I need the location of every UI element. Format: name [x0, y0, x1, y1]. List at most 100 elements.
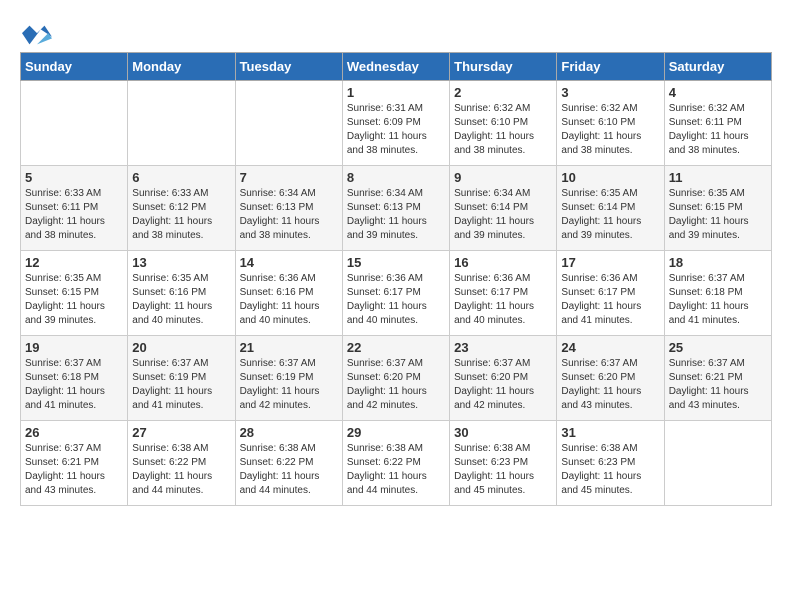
day-number: 3: [561, 85, 659, 100]
day-number: 12: [25, 255, 123, 270]
day-info: Sunrise: 6:38 AM Sunset: 6:22 PM Dayligh…: [240, 442, 338, 498]
calendar-cell: 8 Sunrise: 6:34 AM Sunset: 6:13 PM Daylig…: [342, 166, 449, 251]
day-info: Sunrise: 6:37 AM Sunset: 6:20 PM Dayligh…: [454, 357, 552, 413]
day-info: Sunrise: 6:37 AM Sunset: 6:18 PM Dayligh…: [25, 357, 123, 413]
header: [20, 20, 772, 42]
day-info: Sunrise: 6:32 AM Sunset: 6:10 PM Dayligh…: [561, 102, 659, 158]
day-number: 21: [240, 340, 338, 355]
day-number: 10: [561, 170, 659, 185]
calendar-cell: 18 Sunrise: 6:37 AM Sunset: 6:18 PM Dayli…: [664, 251, 771, 336]
day-info: Sunrise: 6:34 AM Sunset: 6:14 PM Dayligh…: [454, 187, 552, 243]
day-number: 9: [454, 170, 552, 185]
calendar-cell: 6 Sunrise: 6:33 AM Sunset: 6:12 PM Daylig…: [128, 166, 235, 251]
calendar-week-row: 19 Sunrise: 6:37 AM Sunset: 6:18 PM Dayli…: [21, 336, 772, 421]
day-info: Sunrise: 6:34 AM Sunset: 6:13 PM Dayligh…: [240, 187, 338, 243]
day-info: Sunrise: 6:36 AM Sunset: 6:17 PM Dayligh…: [347, 272, 445, 328]
calendar-cell: 10 Sunrise: 6:35 AM Sunset: 6:14 PM Dayli…: [557, 166, 664, 251]
calendar-cell: 7 Sunrise: 6:34 AM Sunset: 6:13 PM Daylig…: [235, 166, 342, 251]
calendar-body: 1 Sunrise: 6:31 AM Sunset: 6:09 PM Daylig…: [21, 81, 772, 506]
calendar-cell: [128, 81, 235, 166]
calendar-table: SundayMondayTuesdayWednesdayThursdayFrid…: [20, 52, 772, 506]
calendar-cell: 25Sunrise: 6:37 AM Sunset: 6:21 PM Dayli…: [664, 336, 771, 421]
day-info: Sunrise: 6:36 AM Sunset: 6:17 PM Dayligh…: [561, 272, 659, 328]
day-header-sunday: Sunday: [21, 53, 128, 81]
day-info: Sunrise: 6:35 AM Sunset: 6:15 PM Dayligh…: [25, 272, 123, 328]
day-number: 23: [454, 340, 552, 355]
calendar-cell: 27 Sunrise: 6:38 AM Sunset: 6:22 PM Dayli…: [128, 421, 235, 506]
calendar-cell: 4 Sunrise: 6:32 AM Sunset: 6:11 PM Daylig…: [664, 81, 771, 166]
day-info: Sunrise: 6:37 AM Sunset: 6:20 PM Dayligh…: [347, 357, 445, 413]
day-headers-row: SundayMondayTuesdayWednesdayThursdayFrid…: [21, 53, 772, 81]
calendar-cell: 21 Sunrise: 6:37 AM Sunset: 6:19 PM Dayli…: [235, 336, 342, 421]
day-info: Sunrise: 6:33 AM Sunset: 6:12 PM Dayligh…: [132, 187, 230, 243]
day-info: Sunrise: 6:35 AM Sunset: 6:14 PM Dayligh…: [561, 187, 659, 243]
day-info: Sunrise: 6:32 AM Sunset: 6:10 PM Dayligh…: [454, 102, 552, 158]
calendar-cell: 24 Sunrise: 6:37 AM Sunset: 6:20 PM Dayli…: [557, 336, 664, 421]
day-info: Sunrise: 6:36 AM Sunset: 6:17 PM Dayligh…: [454, 272, 552, 328]
calendar-cell: 2 Sunrise: 6:32 AM Sunset: 6:10 PM Daylig…: [450, 81, 557, 166]
day-header-tuesday: Tuesday: [235, 53, 342, 81]
day-number: 22: [347, 340, 445, 355]
calendar-cell: 26Sunrise: 6:37 AM Sunset: 6:21 PM Dayli…: [21, 421, 128, 506]
calendar-header: SundayMondayTuesdayWednesdayThursdayFrid…: [21, 53, 772, 81]
calendar-week-row: 12 Sunrise: 6:35 AM Sunset: 6:15 PM Dayli…: [21, 251, 772, 336]
day-header-wednesday: Wednesday: [342, 53, 449, 81]
calendar-cell: [21, 81, 128, 166]
day-number: 8: [347, 170, 445, 185]
calendar-cell: 19 Sunrise: 6:37 AM Sunset: 6:18 PM Dayli…: [21, 336, 128, 421]
calendar-cell: 12 Sunrise: 6:35 AM Sunset: 6:15 PM Dayli…: [21, 251, 128, 336]
day-number: 31: [561, 425, 659, 440]
day-info: Sunrise: 6:35 AM Sunset: 6:15 PM Dayligh…: [669, 187, 767, 243]
day-number: 14: [240, 255, 338, 270]
calendar-cell: 11 Sunrise: 6:35 AM Sunset: 6:15 PM Dayli…: [664, 166, 771, 251]
calendar-cell: 28Sunrise: 6:38 AM Sunset: 6:22 PM Dayli…: [235, 421, 342, 506]
day-info: Sunrise: 6:37 AM Sunset: 6:18 PM Dayligh…: [669, 272, 767, 328]
calendar-cell: 16 Sunrise: 6:36 AM Sunset: 6:17 PM Dayli…: [450, 251, 557, 336]
day-number: 19: [25, 340, 123, 355]
calendar-cell: 29 Sunrise: 6:38 AM Sunset: 6:22 PM Dayli…: [342, 421, 449, 506]
day-number: 4: [669, 85, 767, 100]
day-info: Sunrise: 6:34 AM Sunset: 6:13 PM Dayligh…: [347, 187, 445, 243]
day-header-saturday: Saturday: [664, 53, 771, 81]
day-number: 27: [132, 425, 230, 440]
calendar-cell: 9 Sunrise: 6:34 AM Sunset: 6:14 PM Daylig…: [450, 166, 557, 251]
day-number: 15: [347, 255, 445, 270]
calendar-cell: [235, 81, 342, 166]
day-number: 7: [240, 170, 338, 185]
day-info: Sunrise: 6:37 AM Sunset: 6:20 PM Dayligh…: [561, 357, 659, 413]
day-header-monday: Monday: [128, 53, 235, 81]
day-number: 25: [669, 340, 767, 355]
day-number: 2: [454, 85, 552, 100]
day-info: Sunrise: 6:38 AM Sunset: 6:22 PM Dayligh…: [132, 442, 230, 498]
day-number: 17: [561, 255, 659, 270]
calendar-cell: 1 Sunrise: 6:31 AM Sunset: 6:09 PM Daylig…: [342, 81, 449, 166]
day-number: 16: [454, 255, 552, 270]
day-number: 5: [25, 170, 123, 185]
day-info: Sunrise: 6:37 AM Sunset: 6:19 PM Dayligh…: [132, 357, 230, 413]
day-number: 11: [669, 170, 767, 185]
day-info: Sunrise: 6:38 AM Sunset: 6:22 PM Dayligh…: [347, 442, 445, 498]
day-number: 1: [347, 85, 445, 100]
day-number: 6: [132, 170, 230, 185]
day-number: 20: [132, 340, 230, 355]
calendar-cell: 20 Sunrise: 6:37 AM Sunset: 6:19 PM Dayli…: [128, 336, 235, 421]
day-number: 26: [25, 425, 123, 440]
calendar-cell: 15 Sunrise: 6:36 AM Sunset: 6:17 PM Dayli…: [342, 251, 449, 336]
day-number: 13: [132, 255, 230, 270]
day-number: 18: [669, 255, 767, 270]
day-number: 30: [454, 425, 552, 440]
calendar-cell: 3 Sunrise: 6:32 AM Sunset: 6:10 PM Daylig…: [557, 81, 664, 166]
day-info: Sunrise: 6:38 AM Sunset: 6:23 PM Dayligh…: [454, 442, 552, 498]
day-number: 29: [347, 425, 445, 440]
calendar-week-row: 1 Sunrise: 6:31 AM Sunset: 6:09 PM Daylig…: [21, 81, 772, 166]
day-info: Sunrise: 6:35 AM Sunset: 6:16 PM Dayligh…: [132, 272, 230, 328]
day-info: Sunrise: 6:31 AM Sunset: 6:09 PM Dayligh…: [347, 102, 445, 158]
calendar-week-row: 5Sunrise: 6:33 AM Sunset: 6:11 PM Daylig…: [21, 166, 772, 251]
calendar-cell: [664, 421, 771, 506]
day-header-thursday: Thursday: [450, 53, 557, 81]
day-info: Sunrise: 6:32 AM Sunset: 6:11 PM Dayligh…: [669, 102, 767, 158]
day-info: Sunrise: 6:36 AM Sunset: 6:16 PM Dayligh…: [240, 272, 338, 328]
day-number: 24: [561, 340, 659, 355]
day-info: Sunrise: 6:37 AM Sunset: 6:19 PM Dayligh…: [240, 357, 338, 413]
day-header-friday: Friday: [557, 53, 664, 81]
